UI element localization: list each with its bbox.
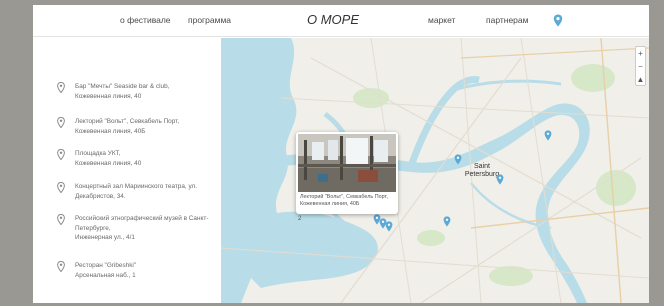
venue-popup[interactable]: Лекторий "Вольт", Севкабель Порт, Кожеве… xyxy=(296,132,398,214)
zoom-out-button[interactable]: − xyxy=(636,60,645,73)
venue-list: Бар "Мечты" Seaside bar & club, Кожевенна… xyxy=(33,38,221,303)
venue-address: Кожевенная линия, 40 xyxy=(75,92,142,100)
top-nav: о фестивале программа О МОРЕ маркет парт… xyxy=(33,5,649,37)
map-pin-icon xyxy=(57,149,65,160)
compass-icon[interactable]: ▲ xyxy=(636,73,645,86)
page-frame: о фестивале программа О МОРЕ маркет парт… xyxy=(33,5,649,303)
zoom-in-button[interactable]: + xyxy=(636,47,645,60)
map-pin-icon xyxy=(57,117,65,128)
map-pin-icon xyxy=(57,261,65,272)
venue-name: Бар "Мечты" Seaside bar & club, xyxy=(75,83,170,90)
nav-market[interactable]: маркет xyxy=(428,15,455,25)
map-pin-icon xyxy=(57,214,65,225)
nav-partners[interactable]: партнерам xyxy=(486,15,528,25)
venue-name: Концертный зал Мариинского театра, ул. Д… xyxy=(75,183,198,200)
popup-caption: Лекторий "Вольт", Севкабель Порт, Кожеве… xyxy=(300,194,388,207)
map-marker-icon[interactable] xyxy=(454,154,462,165)
venue-photo xyxy=(298,134,396,192)
map-view[interactable]: + − ▲ Saint Petersburg Лекторий "Вольт",… xyxy=(221,38,649,303)
venue-name: Ресторан "Gribeshki" xyxy=(75,262,137,269)
map-marker-icon[interactable] xyxy=(385,221,393,232)
map-pin-icon xyxy=(57,82,65,93)
map-canvas[interactable] xyxy=(221,38,649,303)
nav-program[interactable]: программа xyxy=(188,15,231,25)
venue-address: Кожевенная линия, 40Б xyxy=(75,127,146,135)
map-marker-icon[interactable] xyxy=(544,130,552,141)
map-pin-icon xyxy=(57,182,65,193)
brand-logo[interactable]: О МОРЕ xyxy=(307,12,359,27)
map-marker-icon[interactable] xyxy=(443,216,451,227)
zoom-controls: + − ▲ xyxy=(635,46,646,86)
venue-name: Лекторий "Вольт", Севкабель Порт, xyxy=(75,118,180,125)
map-marker-icon[interactable] xyxy=(496,174,504,185)
popup-index: 2 xyxy=(298,216,302,222)
venue-address: Инженерная ул., 4/1 xyxy=(75,234,135,241)
location-pin-icon[interactable] xyxy=(553,14,563,27)
nav-about[interactable]: о фестивале xyxy=(120,15,171,25)
venue-name: Российский этнографический музей в Санкт… xyxy=(75,215,209,232)
venue-address: Арсенальная наб., 1 xyxy=(75,271,136,279)
venue-name: Площадка УКТ, xyxy=(75,150,121,157)
venue-address: Кожевенная линия, 40 xyxy=(75,159,142,167)
